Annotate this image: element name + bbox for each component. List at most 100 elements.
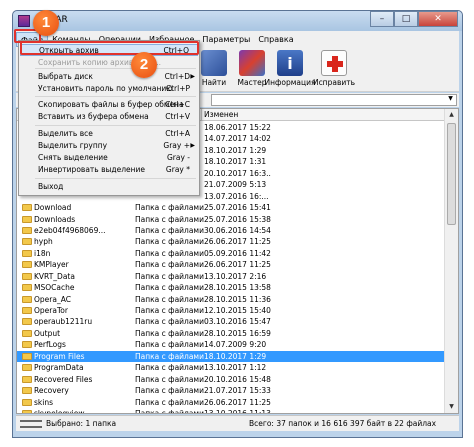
vertical-scrollbar[interactable]: ▲ ▼	[444, 109, 458, 413]
winrar-app-icon	[18, 15, 30, 27]
file-modified: 28.10.2015 11:36	[204, 294, 271, 304]
file-type: Папка с файлами	[135, 271, 204, 281]
file-type: Папка с файлами	[135, 386, 204, 396]
menu-item-shortcut: Gray +	[163, 141, 190, 150]
table-row[interactable]: e2eb04f4968069... Папка с файлами 30.06.20…	[17, 225, 444, 236]
file-menu-item[interactable]: Установить пароль по умолчанию Ctrl+P	[20, 83, 198, 95]
table-row[interactable]: Program Files Папка с файлами 18.10.2017 1…	[17, 350, 444, 363]
file-modified: 26.06.2017 11:25	[204, 260, 271, 270]
maximize-button[interactable]: □	[394, 11, 418, 27]
file-type: Папка с файлами	[135, 283, 204, 293]
file-menu-item[interactable]: Инвертировать выделение Gray *	[20, 164, 198, 176]
chevron-down-icon[interactable]: ▼	[445, 95, 456, 105]
folder-icon	[22, 398, 32, 406]
table-row[interactable]: MSOCache Папка с файлами 28.10.2015 13:58	[17, 282, 444, 293]
menu-item-shortcut: Ctrl+V	[165, 112, 190, 121]
file-modified: 28.10.2015 13:58	[204, 283, 271, 293]
folder-icon	[22, 295, 32, 303]
file-type: Папка с файлами	[135, 306, 204, 315]
menu-item-label: Инвертировать выделение	[38, 165, 146, 174]
file-menu-item[interactable]: Снять выделение Gray -	[20, 152, 198, 164]
status-icons	[20, 420, 42, 428]
table-row[interactable]: Recovery Папка с файлами 21.07.2017 15:33	[17, 385, 444, 396]
folder-icon	[22, 409, 32, 413]
column-modified[interactable]: Изменен	[204, 110, 238, 119]
status-selection: Выбрано: 1 папка	[46, 419, 117, 428]
file-menu-item[interactable]: Выбрать диск Ctrl+D ▶	[20, 71, 198, 83]
file-type: Папка с файлами	[135, 260, 204, 270]
file-name: operaub1211ru	[34, 317, 93, 327]
table-row[interactable]: i18n Папка с файлами 05.09.2016 11:42	[17, 248, 444, 259]
find-label: Найти	[201, 78, 227, 87]
file-name: Recovered Files	[34, 374, 93, 384]
step-1-badge: 1	[33, 10, 59, 36]
menu-item-label: Выход	[38, 182, 64, 191]
file-type: Папка с файлами	[135, 408, 204, 414]
scroll-thumb[interactable]	[447, 123, 456, 225]
table-row[interactable]: Recovered Files Папка с файлами 20.10.2016…	[17, 374, 444, 385]
file-modified: 26.06.2017 11:25	[204, 237, 271, 247]
file-modified: 18.10.2017 1:29	[204, 351, 267, 361]
file-modified: 03.10.2016 15:47	[204, 317, 271, 327]
file-modified: 28.10.2015 16:59	[204, 328, 271, 338]
table-row[interactable]: ProgramData Папка с файлами 13.10.2017 1:1…	[17, 362, 444, 373]
table-row[interactable]: Download Папка с файлами 25.07.2016 15:41	[17, 202, 444, 213]
menu-separator	[35, 96, 196, 97]
status-total: Всего: 37 папок и 16 616 397 байт в 22 ф…	[249, 419, 437, 428]
folder-icon	[22, 272, 32, 280]
path-field[interactable]: ▼	[211, 94, 457, 106]
view-icon	[201, 50, 227, 76]
table-row[interactable]: Opera_AC Папка с файлами 28.10.2015 11:36	[17, 294, 444, 305]
table-row[interactable]: Output Папка с файлами 28.10.2015 16:59	[17, 328, 444, 339]
table-row[interactable]: skypelogview Папка с файлами 13.10.2016 11…	[17, 408, 444, 414]
menu-item-shortcut: Ctrl+C	[165, 100, 190, 109]
menu-help[interactable]: Справка	[254, 32, 297, 47]
file-menu-item[interactable]: Выход	[20, 181, 198, 193]
menu-item-label: Выбрать диск	[38, 72, 93, 81]
table-row[interactable]: KMPlayer Папка с файлами 26.06.2017 11:25	[17, 259, 444, 270]
file-modified: 18.10.2017 1:31	[204, 157, 267, 167]
table-row[interactable]: OperaTor Папка с файлами 12.10.2015 15:40	[17, 305, 444, 316]
folder-icon	[22, 238, 32, 246]
file-modified: 25.07.2016 15:41	[204, 203, 271, 213]
folder-icon	[22, 307, 32, 314]
table-row[interactable]: KVRT_Data Папка с файлами 13.10.2017 2:16	[17, 271, 444, 282]
file-name: PerfLogs	[34, 340, 66, 350]
menu-separator	[35, 68, 196, 69]
scroll-down-icon[interactable]: ▼	[445, 401, 458, 413]
file-name: skins	[34, 397, 53, 407]
wizard-label: Мастер	[237, 78, 267, 87]
column-divider[interactable]	[201, 109, 202, 121]
table-row[interactable]: skins Папка с файлами 26.06.2017 11:25	[17, 397, 444, 408]
menu-options[interactable]: Параметры	[198, 32, 254, 47]
table-row[interactable]: PerfLogs Папка с файлами 14.07.2009 9:20	[17, 339, 444, 350]
table-row[interactable]: hyph Папка с файлами 26.06.2017 11:25	[17, 236, 444, 247]
file-menu-item[interactable]: Выделить все Ctrl+A	[20, 128, 198, 140]
file-name: Downloads	[34, 214, 76, 224]
folder-icon	[22, 249, 32, 257]
file-type: Папка с файлами	[135, 294, 204, 304]
step-2-badge: 2	[131, 52, 157, 78]
table-row[interactable]: operaub1211ru Папка с файлами 03.10.2016 1…	[17, 316, 444, 327]
file-menu-dropdown: Открыть архив Ctrl+O Сохранить копию архив…	[18, 40, 200, 196]
close-button[interactable]: ✕	[418, 11, 458, 27]
file-menu-item[interactable]: Вставить из буфера обмена Ctrl+V	[20, 111, 198, 123]
scroll-up-icon[interactable]: ▲	[445, 109, 458, 121]
info-button[interactable]: i Информация	[264, 50, 316, 87]
file-modified: 13.10.2016 11:13	[204, 408, 271, 414]
file-type: Папка с файлами	[135, 214, 204, 224]
title-bar[interactable]: CJ ...AR – □ ✕	[13, 11, 462, 31]
file-menu-item[interactable]: Выделить группу Gray + ▶	[20, 140, 198, 152]
file-modified: 14.07.2017 14:02	[204, 134, 271, 144]
file-menu-item[interactable]: Скопировать файлы в буфер обмена Ctrl+C	[20, 99, 198, 111]
file-modified: 21.07.2017 15:33	[204, 386, 271, 396]
file-type: Папка с файлами	[135, 351, 204, 361]
file-name: Recovery	[34, 386, 69, 396]
repair-label: Исправить	[312, 78, 356, 87]
table-row[interactable]: Downloads Папка с файлами 25.07.2016 15:38	[17, 214, 444, 225]
menu-separator	[35, 178, 196, 179]
menu-item-shortcut: Ctrl+A	[165, 129, 190, 138]
file-name: Opera_AC	[34, 294, 71, 304]
repair-button[interactable]: Исправить	[312, 50, 356, 87]
minimize-button[interactable]: –	[370, 11, 394, 27]
